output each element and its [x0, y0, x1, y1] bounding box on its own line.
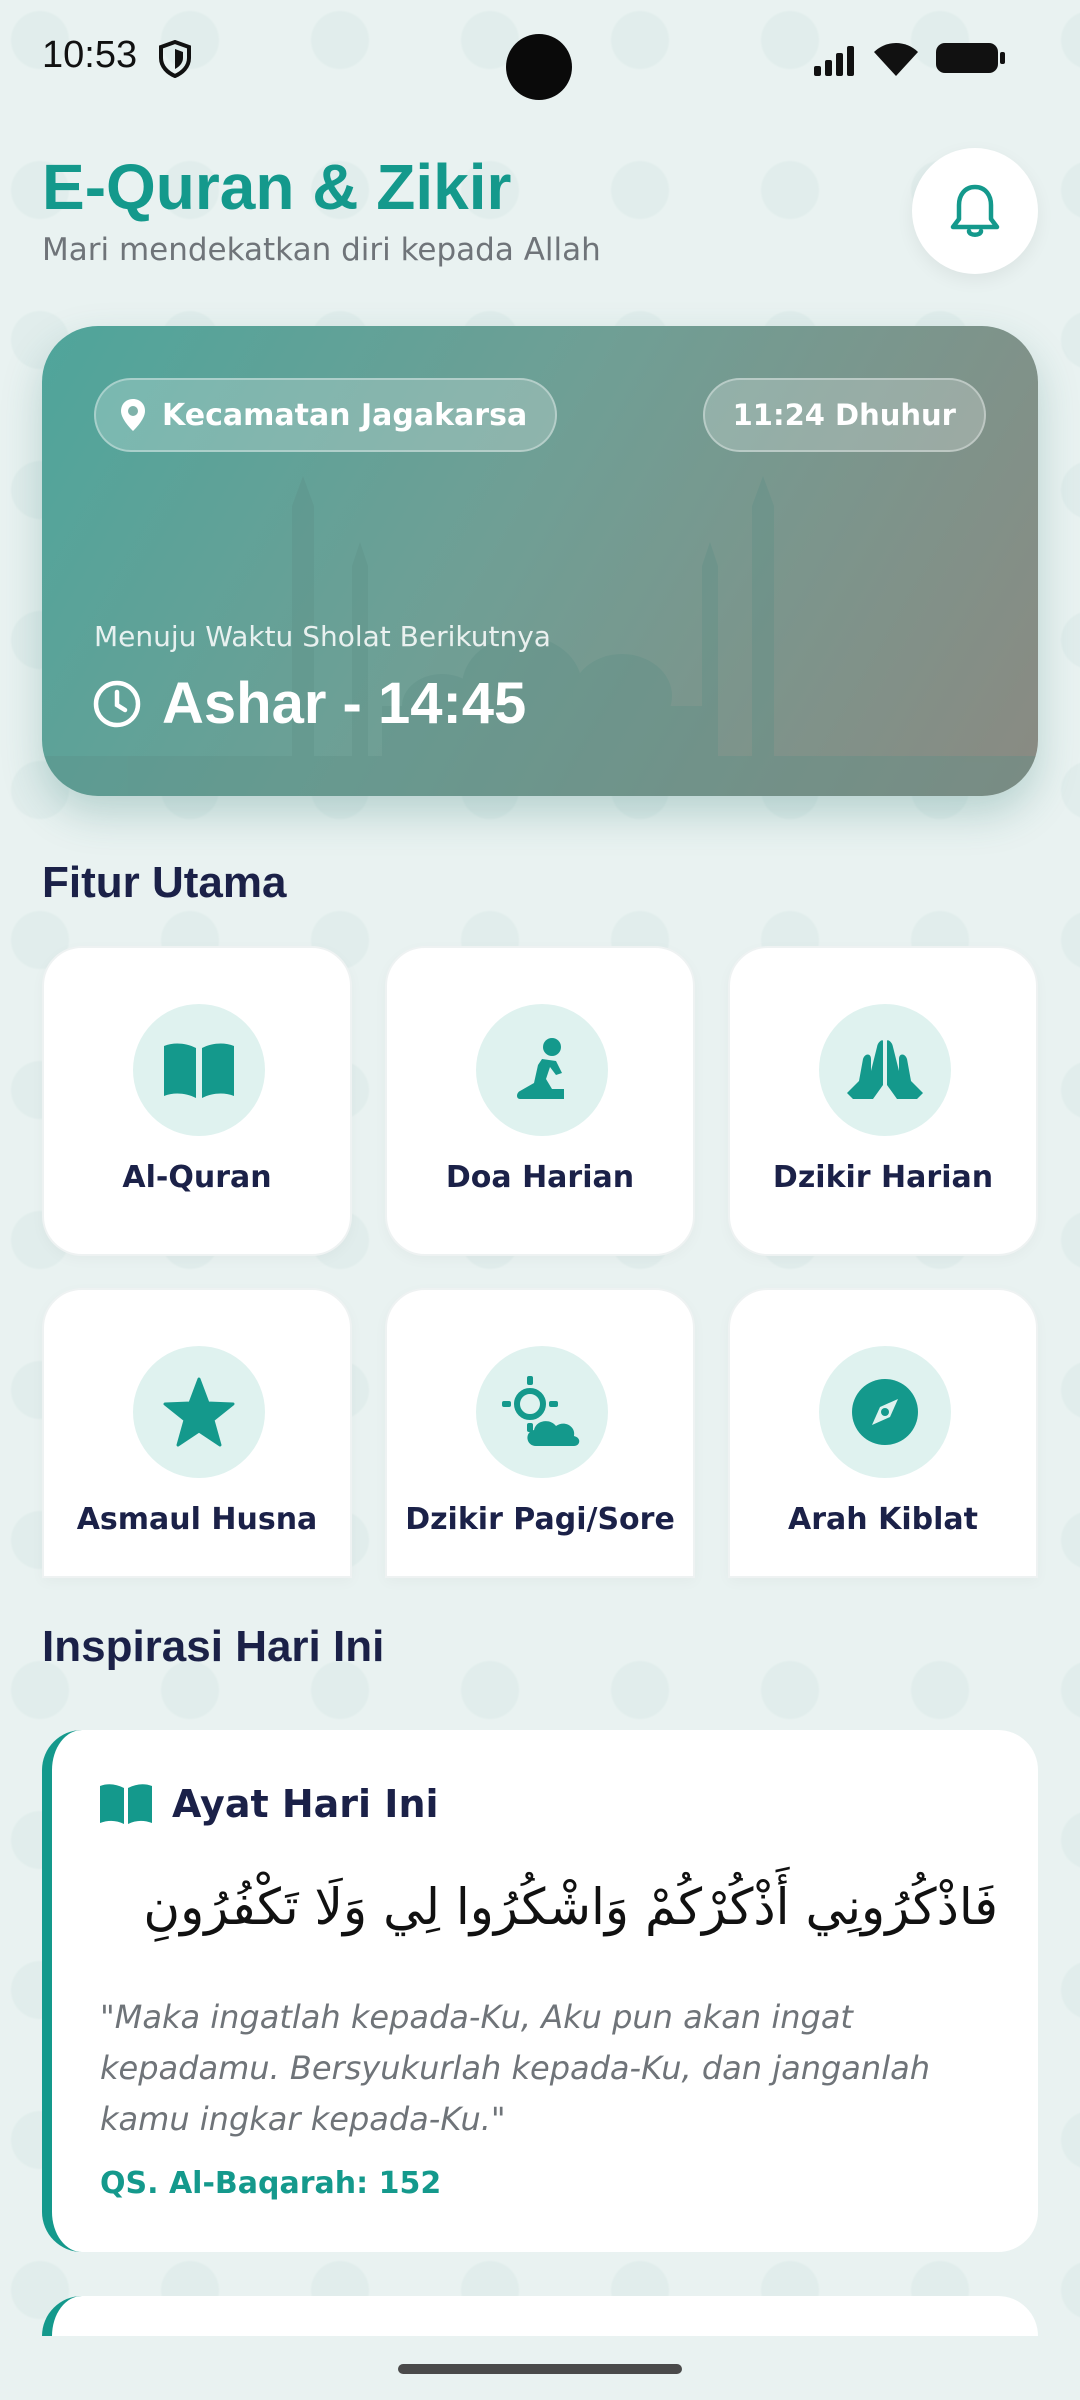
- sun-cloud-icon: [502, 1376, 580, 1446]
- verse-arabic-text: فَاذْكُرُونِي أَذْكُرْكُمْ وَاشْكُرُوا ل…: [143, 1878, 998, 1936]
- feature-doa-harian[interactable]: Doa Harian: [385, 946, 695, 1256]
- feature-arah-kiblat[interactable]: Arah Kiblat: [728, 1288, 1038, 1578]
- feature-icon-bg: [476, 1346, 608, 1478]
- status-bar: 10:53: [0, 0, 1080, 120]
- app-subtitle: Mari mendekatkan diri kepada Allah: [42, 232, 601, 268]
- praying-person-icon: [517, 1038, 564, 1099]
- app-title: E-Quran & Zikir: [42, 151, 512, 223]
- battery-icon: [936, 43, 1005, 73]
- praying-hands-icon: [847, 1040, 923, 1099]
- feature-label: Doa Harian: [445, 1160, 635, 1195]
- star-icon: [163, 1377, 235, 1447]
- feature-label: Arah Kiblat: [788, 1502, 978, 1537]
- next-prayer-row: Ashar - 14:45: [92, 670, 526, 737]
- verse-translation: "Maka ingatlah kepada-Ku, Aku pun akan i…: [100, 1998, 930, 2138]
- wifi-icon: [874, 43, 918, 76]
- feature-label: Asmaul Husna: [76, 1502, 318, 1537]
- next-prayer-value: Ashar - 14:45: [162, 671, 527, 736]
- location-pill[interactable]: Kecamatan Jagakarsa: [94, 378, 558, 452]
- notification-button[interactable]: [912, 148, 1038, 274]
- feature-dzikir-pagi-sore[interactable]: Dzikir Pagi/Sore: [385, 1288, 695, 1578]
- current-time-text: 11:24 Dhuhur: [732, 398, 956, 432]
- feature-icon-bg: [133, 1346, 265, 1478]
- current-time-pill: 11:24 Dhuhur: [702, 378, 986, 452]
- feature-icon-bg: [819, 1004, 951, 1136]
- home-indicator[interactable]: [398, 2364, 682, 2374]
- book-open-icon: [100, 1784, 152, 1824]
- verse-card-title: Ayat Hari Ini: [172, 1782, 439, 1826]
- inspiration-title: Inspirasi Hari Ini: [42, 1622, 385, 1671]
- bell-icon: [950, 184, 1000, 237]
- verse-card-header: Ayat Hari Ini: [98, 1782, 439, 1826]
- status-time: 10:53: [42, 34, 138, 76]
- compass-icon: [852, 1379, 918, 1445]
- verse-reference: QS. Al-Baqarah: 152: [100, 2166, 442, 2201]
- location-text: Kecamatan Jagakarsa: [162, 397, 528, 433]
- feature-icon-bg: [133, 1004, 265, 1136]
- feature-icon-bg: [476, 1004, 608, 1136]
- feature-label: Dzikir Pagi/Sore: [405, 1502, 675, 1537]
- clock-icon: [93, 680, 141, 727]
- signal-icon: [814, 46, 854, 76]
- feature-dzikir-harian[interactable]: Dzikir Harian: [728, 946, 1038, 1256]
- shield-icon: [159, 40, 191, 78]
- verse-card[interactable]: Ayat Hari Ini فَاذْكُرُونِي أَذْكُرْكُمْ…: [42, 1730, 1038, 2252]
- prayer-time-card[interactable]: Kecamatan Jagakarsa 11:24 Dhuhur Menuju …: [42, 326, 1038, 796]
- feature-al-quran[interactable]: Al-Quran: [42, 946, 352, 1256]
- feature-label: Al-Quran: [122, 1160, 272, 1195]
- feature-label: Dzikir Harian: [772, 1160, 994, 1195]
- location-pin-icon: [121, 399, 145, 431]
- features-title: Fitur Utama: [42, 858, 287, 907]
- feature-asmaul-husna[interactable]: Asmaul Husna: [42, 1288, 352, 1578]
- next-prayer-label: Menuju Waktu Sholat Berikutnya: [94, 620, 551, 653]
- feature-icon-bg: [819, 1346, 951, 1478]
- book-open-icon: [164, 1043, 234, 1098]
- camera-cutout: [506, 34, 572, 100]
